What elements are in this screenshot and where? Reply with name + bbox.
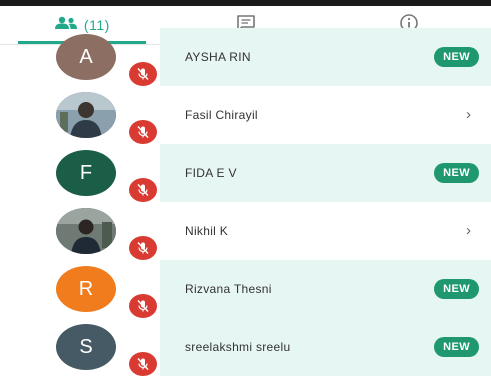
chevron-right-icon: › bbox=[466, 222, 471, 239]
avatar-photo bbox=[56, 92, 116, 138]
avatar-initial: A bbox=[79, 45, 93, 68]
member-name: Rizvana Thesni bbox=[185, 282, 272, 296]
member-name: Nikhil K bbox=[185, 224, 229, 238]
avatar-photo bbox=[56, 208, 116, 254]
new-badge: NEW bbox=[434, 279, 479, 299]
member-name: FIDA E V bbox=[185, 166, 237, 180]
new-badge: NEW bbox=[434, 47, 479, 67]
avatar: R bbox=[56, 266, 116, 312]
mic-off-icon bbox=[129, 236, 157, 260]
mic-off-icon bbox=[129, 62, 157, 86]
avatar: A bbox=[56, 34, 116, 80]
avatar-initial: F bbox=[79, 161, 93, 184]
mic-off-icon bbox=[129, 120, 157, 144]
mic-off-icon bbox=[129, 294, 157, 318]
new-badge: NEW bbox=[434, 337, 479, 357]
avatar-initial: S bbox=[79, 335, 93, 358]
avatar: F bbox=[56, 150, 116, 196]
mic-off-icon bbox=[129, 178, 157, 202]
mic-off-icon bbox=[129, 352, 157, 376]
member-row[interactable]: Fasil Chirayil › bbox=[0, 86, 491, 144]
members-list: A AYSHA RIN NEW Fasil Chirayil › F FIDA … bbox=[0, 28, 491, 376]
member-name: AYSHA RIN bbox=[185, 50, 251, 64]
avatar: S bbox=[56, 324, 116, 370]
member-row[interactable]: F FIDA E V NEW bbox=[0, 144, 491, 202]
avatar-initial: R bbox=[78, 277, 94, 300]
member-row[interactable]: Nikhil K › bbox=[0, 202, 491, 260]
member-name: Fasil Chirayil bbox=[185, 108, 258, 122]
member-row[interactable]: R Rizvana Thesni NEW bbox=[0, 260, 491, 318]
member-row[interactable]: S sreelakshmi sreelu NEW bbox=[0, 318, 491, 376]
chevron-right-icon: › bbox=[466, 106, 471, 123]
member-row[interactable]: A AYSHA RIN NEW bbox=[0, 28, 491, 86]
member-name: sreelakshmi sreelu bbox=[185, 340, 291, 354]
new-badge: NEW bbox=[434, 163, 479, 183]
